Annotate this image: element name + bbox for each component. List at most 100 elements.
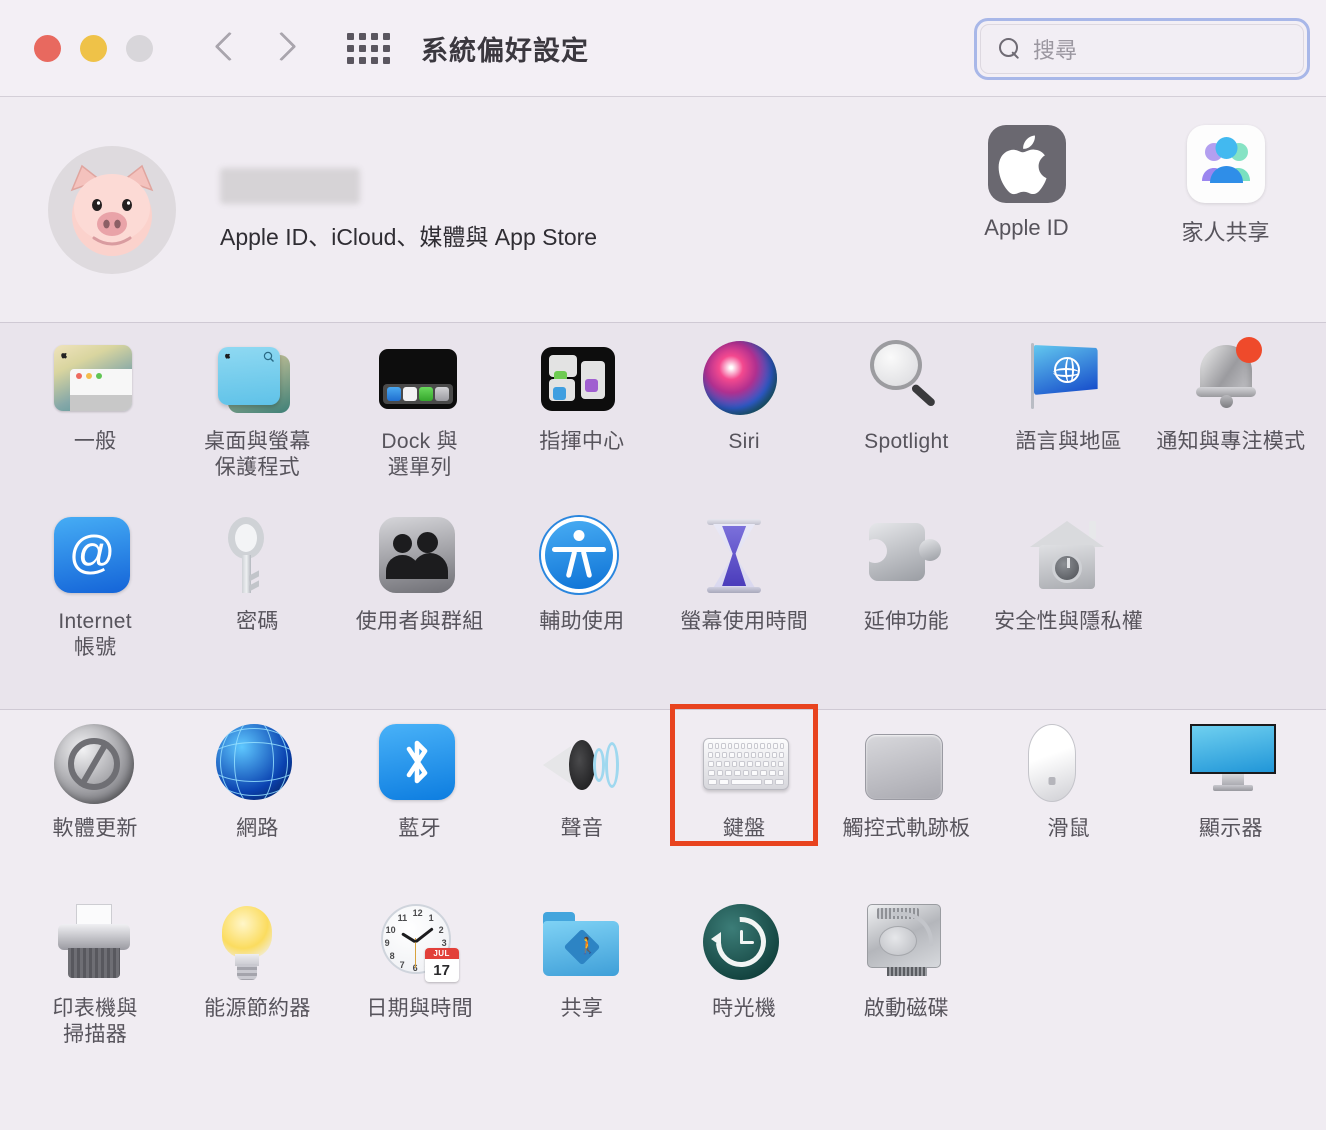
pref-item-extensions[interactable]: 延伸功能: [825, 503, 987, 683]
pref-item-date-time[interactable]: 1212 345 678 91011 JUL 17 日期與時間: [339, 890, 501, 1080]
passwords-key-icon: [216, 517, 298, 599]
apple-id-subtitle: Apple ID、iCloud、媒體與 App Store: [220, 223, 598, 250]
pref-item-sharing[interactable]: 🚶 共享: [501, 890, 663, 1080]
preferences-grid-personal: 一般 桌面與螢幕 保護程式 Dock 與 選單列 指揮中心 Siri Spotl…: [0, 323, 1326, 683]
pref-label-accessibility: 輔助使用: [539, 610, 625, 633]
pref-item-energy-saver[interactable]: 能源節約器: [176, 890, 338, 1080]
mission-control-icon: [540, 337, 623, 419]
displays-icon: [1189, 724, 1276, 806]
security-privacy-icon: [1028, 517, 1110, 599]
preferences-grid-hardware: 軟體更新 網路 藍牙 聲音 鍵盤 觸控式軌跡板 滑鼠 顯示器 印表機與 掃描器 …: [0, 710, 1326, 1080]
pref-label-trackpad: 觸控式軌跡板: [842, 817, 971, 840]
pref-item-notifications-focus[interactable]: 通知與專注模式: [1150, 323, 1312, 503]
pref-label-extensions: 延伸功能: [863, 610, 949, 633]
pref-item-mission-control[interactable]: 指揮中心: [501, 323, 663, 503]
show-all-grid-icon[interactable]: [347, 32, 390, 64]
pref-item-bluetooth[interactable]: 藍牙: [339, 710, 501, 890]
pref-item-apple-id[interactable]: Apple ID: [964, 125, 1089, 247]
pref-label-spotlight: Spotlight: [864, 430, 949, 453]
sound-icon: [541, 724, 623, 806]
pref-label-date-time: 日期與時間: [366, 997, 473, 1020]
pref-label-keyboard: 鍵盤: [722, 817, 766, 840]
pref-label-passwords: 密碼: [236, 610, 279, 633]
pref-item-accessibility[interactable]: 輔助使用: [501, 503, 663, 683]
search-icon: [999, 38, 1021, 60]
apple-logo-icon: [987, 125, 1066, 203]
pref-label-screen-time: 螢幕使用時間: [680, 610, 809, 633]
apple-id-text-block: Apple ID、iCloud、媒體與 App Store: [220, 167, 598, 252]
extensions-puzzle-icon: [863, 517, 947, 599]
mouse-icon: [1027, 724, 1110, 806]
pref-label-energy-saver: 能源節約器: [204, 997, 311, 1020]
pref-item-network[interactable]: 網路: [176, 710, 338, 890]
pref-item-printers-scanners[interactable]: 印表機與 掃描器: [14, 890, 176, 1080]
pref-item-language-region[interactable]: 語言與地區: [988, 323, 1150, 503]
notifications-focus-icon: [1190, 337, 1272, 419]
pref-label-dock-menubar: Dock 與選單列: [381, 430, 458, 479]
minimize-button[interactable]: [80, 34, 107, 62]
pref-item-passwords[interactable]: 密碼: [176, 503, 338, 683]
window-titlebar: 系統偏好設定 搜尋: [0, 0, 1326, 97]
users-groups-icon: [378, 517, 461, 599]
pref-item-desktop-screensaver[interactable]: 桌面與螢幕 保護程式: [176, 323, 338, 503]
accessibility-icon: [540, 517, 623, 599]
pref-label-time-machine: 時光機: [712, 997, 777, 1020]
pref-label-apple-id: Apple ID: [984, 215, 1069, 240]
pref-label-security-privacy: 安全性與隱私權: [994, 610, 1144, 633]
pref-item-sound[interactable]: 聲音: [501, 710, 663, 890]
pref-label-displays: 顯示器: [1198, 817, 1263, 840]
zoom-button[interactable]: [126, 34, 153, 62]
printers-scanners-icon: [54, 904, 136, 986]
language-region-icon: [1028, 337, 1110, 419]
date-time-icon: 1212 345 678 91011 JUL 17: [379, 904, 461, 986]
pref-label-language-region: 語言與地區: [1015, 430, 1122, 453]
pref-item-internet-accounts[interactable]: @ Internet 帳號: [14, 503, 176, 683]
close-button[interactable]: [34, 34, 61, 62]
pref-grid-spacer-3: [1150, 890, 1312, 1080]
pref-label-notifications-focus: 通知與專注模式: [1156, 430, 1306, 453]
pref-label-mission-control: 指揮中心: [539, 430, 625, 453]
forward-chevron-icon[interactable]: [271, 28, 297, 68]
pref-item-keyboard[interactable]: 鍵盤: [663, 710, 825, 890]
pref-label-sound: 聲音: [560, 817, 604, 840]
pref-item-dock-menubar[interactable]: Dock 與選單列: [339, 323, 501, 503]
energy-saver-icon: [216, 904, 298, 986]
spotlight-icon: [865, 337, 947, 419]
pref-label-users-groups: 使用者與群組: [355, 610, 484, 633]
pref-label-software-update: 軟體更新: [52, 817, 138, 840]
pref-label-internet-accounts: Internet 帳號: [58, 610, 132, 659]
navigation-buttons: [215, 28, 297, 68]
pref-item-security-privacy[interactable]: 安全性與隱私權: [988, 503, 1150, 683]
pref-item-family-sharing[interactable]: 家人共享: [1163, 125, 1288, 247]
network-globe-icon: [216, 724, 298, 806]
pref-label-mouse: 滑鼠: [1047, 817, 1090, 840]
desktop-screensaver-icon: [216, 337, 298, 419]
search-input[interactable]: 搜尋: [980, 24, 1304, 74]
screen-time-icon: [703, 517, 785, 599]
pref-item-displays[interactable]: 顯示器: [1150, 710, 1312, 890]
apple-id-section: Apple ID、iCloud、媒體與 App Store Apple ID 家…: [0, 97, 1326, 322]
pref-item-startup-disk[interactable]: 啟動磁碟: [825, 890, 987, 1080]
pref-label-siri: Siri: [728, 430, 760, 453]
personal-section: 一般 桌面與螢幕 保護程式 Dock 與 選單列 指揮中心 Siri Spotl…: [0, 323, 1326, 709]
account-name-redacted: [220, 167, 360, 204]
siri-icon: [703, 337, 785, 419]
pref-item-siri[interactable]: Siri: [663, 323, 825, 503]
keyboard-icon: [703, 724, 790, 806]
traffic-light-group: [34, 34, 153, 62]
pref-item-trackpad[interactable]: 觸控式軌跡板: [825, 710, 987, 890]
pref-item-time-machine[interactable]: 時光機: [663, 890, 825, 1080]
pref-item-general[interactable]: 一般: [14, 323, 176, 503]
pref-item-mouse[interactable]: 滑鼠: [988, 710, 1150, 890]
pref-item-screen-time[interactable]: 螢幕使用時間: [663, 503, 825, 683]
pref-item-spotlight[interactable]: Spotlight: [825, 323, 987, 503]
avatar[interactable]: [48, 145, 176, 274]
back-chevron-icon[interactable]: [215, 28, 241, 68]
pref-item-software-update[interactable]: 軟體更新: [14, 710, 176, 890]
pref-label-startup-disk: 啟動磁碟: [863, 997, 949, 1020]
pref-label-desktop-screensaver: 桌面與螢幕 保護程式: [204, 430, 311, 479]
search-field-focus-ring: 搜尋: [974, 18, 1310, 80]
family-sharing-icon: [1186, 125, 1265, 203]
pref-label-network: 網路: [236, 817, 279, 840]
pref-item-users-groups[interactable]: 使用者與群組: [339, 503, 501, 683]
